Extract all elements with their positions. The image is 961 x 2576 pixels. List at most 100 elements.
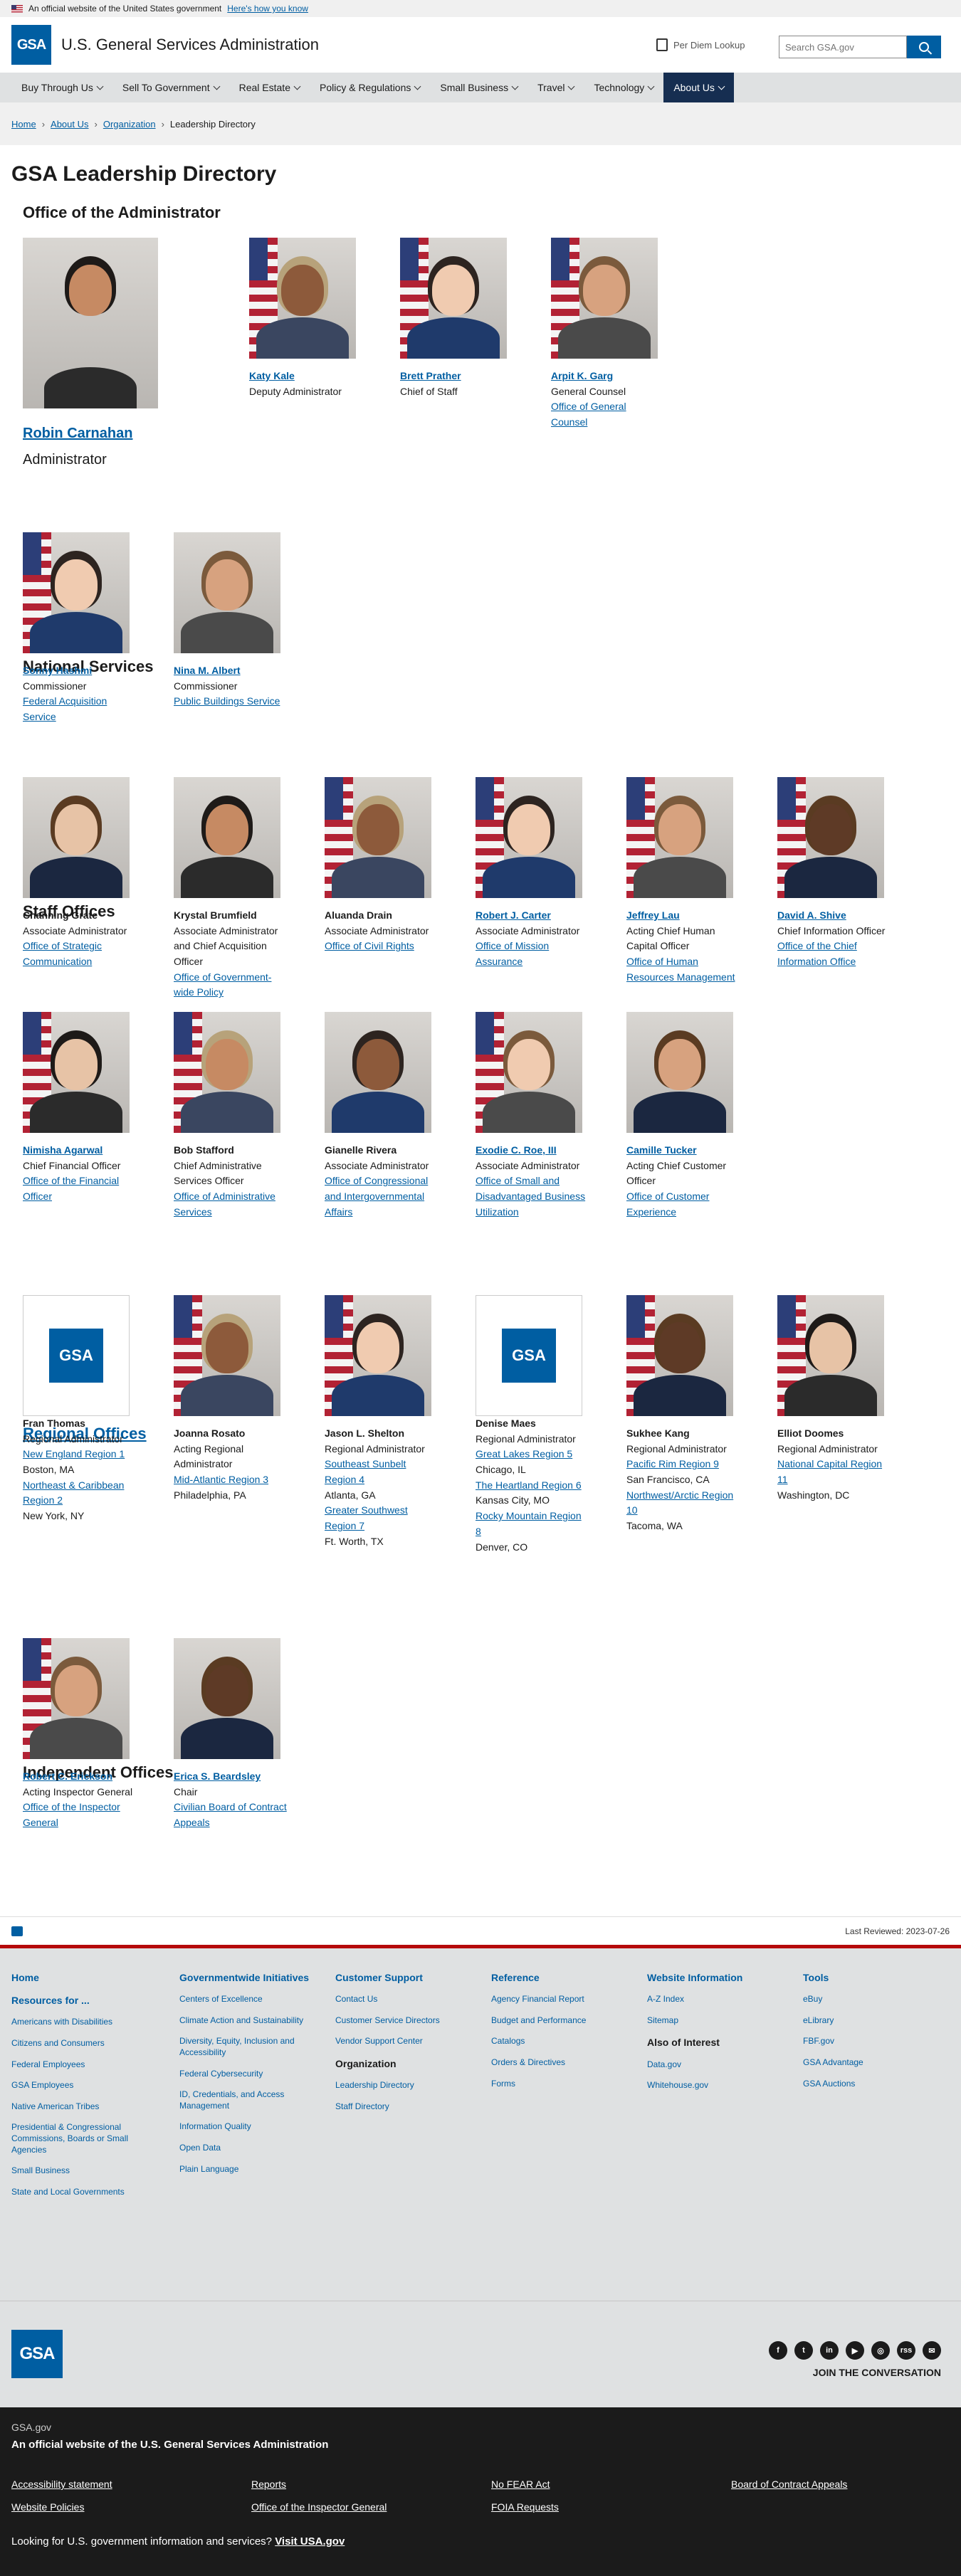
email-icon[interactable]: ✉ xyxy=(923,2341,941,2360)
footer-link[interactable]: Forms xyxy=(491,2079,634,2090)
leader-name-link[interactable]: Brett Prather xyxy=(400,369,514,384)
footer-link[interactable]: GSA Auctions xyxy=(803,2079,945,2090)
nav-item-policy-regulations[interactable]: Policy & Regulations xyxy=(310,73,430,102)
breadcrumb-link[interactable]: Home xyxy=(11,119,36,130)
identity-link[interactable]: Board of Contract Appeals xyxy=(731,2479,847,2490)
leader-office-link[interactable]: Office of Congressional and Intergovernm… xyxy=(325,1173,439,1220)
footer-link[interactable]: Centers of Excellence xyxy=(179,1994,322,2005)
identity-link[interactable]: Reports xyxy=(251,2479,286,2490)
agency-name[interactable]: U.S. General Services Administration xyxy=(61,36,319,54)
leader-office-link[interactable]: Office of Customer Experience xyxy=(626,1189,740,1220)
identity-link[interactable]: Website Policies xyxy=(11,2501,84,2513)
linkedin-icon[interactable]: in xyxy=(820,2341,839,2360)
footer-link[interactable]: Climate Action and Sustainability xyxy=(179,2015,322,2027)
instagram-icon[interactable]: ◎ xyxy=(871,2341,890,2360)
footer-link[interactable]: Agency Financial Report xyxy=(491,1994,634,2005)
footer-link[interactable]: Budget and Performance xyxy=(491,2015,634,2027)
per-diem-link[interactable]: Per Diem Lookup xyxy=(656,38,745,51)
footer-link[interactable]: Catalogs xyxy=(491,2036,634,2047)
leader-office-link[interactable]: Office of General Counsel xyxy=(551,399,665,430)
footer-heading[interactable]: Tools xyxy=(803,1971,945,1984)
footer-link[interactable]: Americans with Disabilities xyxy=(11,2017,154,2028)
leader-office-link[interactable]: Office of the Inspector General xyxy=(23,1800,137,1830)
search-button[interactable] xyxy=(907,36,941,58)
footer-link[interactable]: Diversity, Equity, Inclusion and Accessi… xyxy=(179,2036,322,2058)
leader-name-link[interactable]: Nimisha Agarwal xyxy=(23,1143,137,1158)
footer-link[interactable]: Orders & Directives xyxy=(491,2057,634,2069)
leader-name-link[interactable]: Camille Tucker xyxy=(626,1143,740,1158)
leader-office-link[interactable]: Office of the Chief Information Office xyxy=(777,939,891,969)
footer-link[interactable]: Citizens and Consumers xyxy=(11,2038,154,2049)
identity-link[interactable]: No FEAR Act xyxy=(491,2479,550,2490)
administrator-name-link[interactable]: Robin Carnahan xyxy=(23,423,165,445)
leader-name-link[interactable]: Robert J. Carter xyxy=(476,908,589,924)
region-link[interactable]: Northeast & Caribbean Region 2 xyxy=(23,1478,137,1509)
facebook-icon[interactable]: f xyxy=(769,2341,787,2360)
leader-name-link[interactable]: Katy Kale xyxy=(249,369,363,384)
footer-link[interactable]: Staff Directory xyxy=(335,2101,478,2113)
leader-office-link[interactable]: Office of Administrative Services xyxy=(174,1189,288,1220)
leader-office-link[interactable]: Office of the Financial Officer xyxy=(23,1173,137,1204)
usa-gov-link[interactable]: Visit USA.gov xyxy=(275,2535,345,2548)
footer-link[interactable]: eLibrary xyxy=(803,2015,945,2027)
region-link[interactable]: Northwest/Arctic Region 10 xyxy=(626,1488,740,1519)
footer-link[interactable]: Federal Cybersecurity xyxy=(179,2069,322,2080)
region-link[interactable]: New England Region 1 xyxy=(23,1447,137,1462)
footer-link[interactable]: ID, Credentials, and Access Management xyxy=(179,2089,322,2111)
leader-name-link[interactable]: Arpit K. Garg xyxy=(551,369,665,384)
region-link[interactable]: Great Lakes Region 5 xyxy=(476,1447,589,1462)
identity-link[interactable]: Office of the Inspector General xyxy=(251,2501,387,2513)
footer-link[interactable]: GSA Advantage xyxy=(803,2057,945,2069)
footer-link[interactable]: Native American Tribes xyxy=(11,2101,154,2113)
leader-office-link[interactable]: Office of Civil Rights xyxy=(325,939,439,954)
twitter-icon[interactable]: t xyxy=(794,2341,813,2360)
footer-link[interactable]: GSA Employees xyxy=(11,2080,154,2091)
leader-name-link[interactable]: Sonny Hashmi xyxy=(23,663,137,679)
youtube-icon[interactable]: ▶ xyxy=(846,2341,864,2360)
identity-link[interactable]: FOIA Requests xyxy=(491,2501,559,2513)
region-link[interactable]: Southeast Sunbelt Region 4 xyxy=(325,1457,439,1487)
region-link[interactable]: Greater Southwest Region 7 xyxy=(325,1503,439,1534)
footer-heading[interactable]: Customer Support xyxy=(335,1971,478,1984)
footer-link[interactable]: Leadership Directory xyxy=(335,2080,478,2091)
nav-item-small-business[interactable]: Small Business xyxy=(430,73,527,102)
gsa-logo[interactable]: GSA xyxy=(11,25,51,65)
footer-heading[interactable]: Governmentwide Initiatives xyxy=(179,1971,322,1984)
leader-office-link[interactable]: Civilian Board of Contract Appeals xyxy=(174,1800,288,1830)
leader-office-link[interactable]: Federal Acquisition Service xyxy=(23,694,137,724)
footer-heading[interactable]: Website Information xyxy=(647,1971,789,1984)
leader-office-link[interactable]: Office of Strategic Communication xyxy=(23,939,137,969)
footer-link[interactable]: Whitehouse.gov xyxy=(647,2080,789,2091)
region-link[interactable]: Pacific Rim Region 9 xyxy=(626,1457,740,1472)
print-icon[interactable] xyxy=(11,1926,23,1936)
leader-office-link[interactable]: Office of Mission Assurance xyxy=(476,939,589,969)
footer-link[interactable]: Contact Us xyxy=(335,1994,478,2005)
region-link[interactable]: Rocky Mountain Region 8 xyxy=(476,1509,589,1539)
leader-name-link[interactable]: Erica S. Beardsley xyxy=(174,1769,288,1785)
footer-heading[interactable]: Reference xyxy=(491,1971,634,1984)
region-link[interactable]: Mid-Atlantic Region 3 xyxy=(174,1472,288,1488)
footer-link[interactable]: Small Business xyxy=(11,2165,154,2177)
breadcrumb-link[interactable]: About Us xyxy=(51,119,88,130)
leader-name-link[interactable]: Jeffrey Lau xyxy=(626,908,740,924)
leader-office-link[interactable]: Office of Government-wide Policy xyxy=(174,970,288,1001)
footer-link[interactable]: FBF.gov xyxy=(803,2036,945,2047)
nav-item-technology[interactable]: Technology xyxy=(584,73,663,102)
footer-link[interactable]: Plain Language xyxy=(179,2164,322,2175)
footer-link[interactable]: Information Quality xyxy=(179,2121,322,2133)
identity-link[interactable]: Accessibility statement xyxy=(11,2479,112,2490)
footer-link[interactable]: State and Local Governments xyxy=(11,2187,154,2198)
leader-office-link[interactable]: Office of Small and Disadvantaged Busine… xyxy=(476,1173,589,1220)
leader-office-link[interactable]: Office of Human Resources Management xyxy=(626,954,740,985)
footer-link[interactable]: Vendor Support Center xyxy=(335,2036,478,2047)
footer-link[interactable]: eBuy xyxy=(803,1994,945,2005)
leader-name-link[interactable]: Exodie C. Roe, III xyxy=(476,1143,589,1158)
footer-link[interactable]: Open Data xyxy=(179,2143,322,2154)
search-input[interactable] xyxy=(779,36,907,58)
leader-name-link[interactable]: David A. Shive xyxy=(777,908,891,924)
footer-home-link[interactable]: Home xyxy=(11,1971,154,1984)
footer-gsa-logo[interactable]: GSA xyxy=(11,2330,63,2378)
leader-office-link[interactable]: Public Buildings Service xyxy=(174,694,288,709)
footer-link[interactable]: Presidential & Congressional Commissions… xyxy=(11,2122,154,2155)
region-link[interactable]: The Heartland Region 6 xyxy=(476,1478,589,1494)
